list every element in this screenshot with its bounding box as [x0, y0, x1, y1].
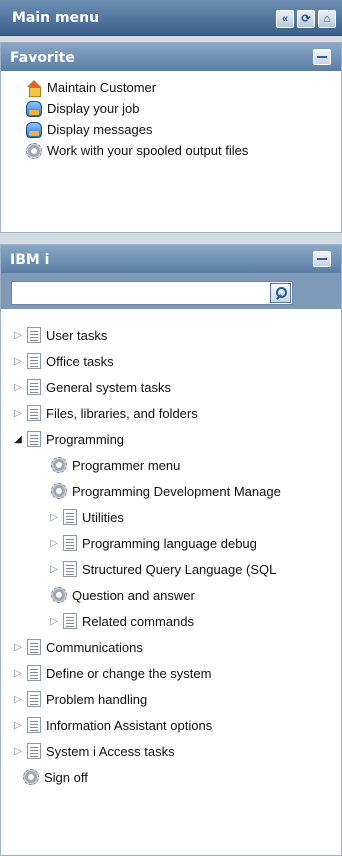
- tree-item-programming-language-debug[interactable]: ▷ Programming language debug: [1, 530, 341, 556]
- tree-item-information-assistant-options[interactable]: ▷ Information Assistant options: [1, 712, 341, 738]
- document-icon: [27, 717, 41, 733]
- ibm-i-collapse-button[interactable]: [313, 251, 331, 267]
- job-icon: [26, 100, 42, 117]
- tree-item-programming[interactable]: ◢ Programming: [1, 426, 341, 452]
- document-icon: [27, 691, 41, 707]
- tree-item-sign-off[interactable]: Sign off: [1, 764, 341, 790]
- tree-item-label: Structured Query Language (SQL: [82, 561, 277, 577]
- document-icon: [63, 535, 77, 551]
- expanded-arrow-icon[interactable]: ◢: [11, 434, 25, 445]
- collapsed-arrow-icon[interactable]: ▷: [11, 720, 25, 731]
- tree-item-programmer-menu[interactable]: Programmer menu: [1, 452, 341, 478]
- refresh-button[interactable]: ⟳: [297, 10, 315, 28]
- collapsed-arrow-icon[interactable]: ▷: [11, 408, 25, 419]
- tree-item-label: Related commands: [82, 613, 194, 629]
- ibm-i-panel: IBM i ▷ User tasks ▷ Office tasks ▷ General s…: [0, 244, 342, 856]
- favorite-panel: Favorite Maintain Customer Display your j…: [0, 42, 342, 233]
- tree-item-problem-handling[interactable]: ▷ Problem handling: [1, 686, 341, 712]
- favorite-header: Favorite: [1, 43, 341, 71]
- search-input[interactable]: [11, 281, 293, 305]
- favorite-title: Favorite: [10, 50, 75, 66]
- gear-icon: [51, 457, 67, 473]
- document-icon: [27, 405, 41, 421]
- collapsed-arrow-icon[interactable]: ▷: [11, 746, 25, 757]
- tree-item-related-commands[interactable]: ▷ Related commands: [1, 608, 341, 634]
- collapse-left-button[interactable]: «: [276, 10, 294, 28]
- favorite-collapse-button[interactable]: [313, 49, 331, 65]
- collapsed-arrow-icon[interactable]: ▷: [47, 512, 61, 523]
- tree-item-label: Programming Development Manage: [72, 483, 281, 499]
- favorite-list: Maintain Customer Display your job Display…: [1, 71, 341, 161]
- search-bar: [1, 273, 341, 309]
- gear-icon: [51, 483, 67, 499]
- document-icon: [63, 613, 77, 629]
- tree-item-label: Programmer menu: [72, 457, 181, 473]
- tree-item-structured-query-language-sql[interactable]: ▷ Structured Query Language (SQL: [1, 556, 341, 582]
- tree-item-label: Information Assistant options: [46, 717, 213, 733]
- collapsed-arrow-icon[interactable]: ▷: [11, 330, 25, 341]
- tree-item-communications[interactable]: ▷ Communications: [1, 634, 341, 660]
- document-icon: [27, 327, 41, 343]
- ibm-i-title: IBM i: [10, 252, 50, 268]
- tree-item-label: Communications: [46, 639, 143, 655]
- tree-item-label: Problem handling: [46, 691, 148, 707]
- messages-icon: [26, 121, 42, 138]
- tree-item-label: General system tasks: [46, 379, 171, 395]
- document-icon: [27, 379, 41, 395]
- gear-icon: [26, 142, 42, 159]
- document-icon: [27, 353, 41, 369]
- document-icon: [27, 639, 41, 655]
- tree-item-label: Programming: [46, 431, 125, 447]
- main-menu-title: Main menu: [12, 10, 100, 26]
- collapsed-arrow-icon[interactable]: ▷: [47, 564, 61, 575]
- tree-item-label: Files, libraries, and folders: [46, 405, 198, 421]
- tree-item-files-libraries-and-folders[interactable]: ▷ Files, libraries, and folders: [1, 400, 341, 426]
- tree-item-system-i-access-tasks[interactable]: ▷ System i Access tasks: [1, 738, 341, 764]
- tree-item-define-or-change-the-system[interactable]: ▷ Define or change the system: [1, 660, 341, 686]
- tree-item-label: System i Access tasks: [46, 743, 175, 759]
- favorite-item-work-with-your-spooled-output-files[interactable]: Work with your spooled output files: [26, 140, 341, 161]
- tree-item-label: Office tasks: [46, 353, 114, 369]
- favorite-item-display-your-job[interactable]: Display your job: [26, 98, 341, 119]
- favorite-item-maintain-customer[interactable]: Maintain Customer: [26, 77, 341, 98]
- tree-item-utilities[interactable]: ▷ Utilities: [1, 504, 341, 530]
- search-icon[interactable]: [270, 283, 291, 303]
- tree-item-label: Programming language debug: [82, 535, 257, 551]
- main-menu-header: Main menu « ⟳ ⌂: [0, 0, 342, 36]
- ibm-i-header: IBM i: [1, 245, 341, 273]
- collapsed-arrow-icon[interactable]: ▷: [47, 538, 61, 549]
- document-icon: [27, 665, 41, 681]
- favorite-item-label: Maintain Customer: [47, 80, 157, 95]
- tree-item-label: User tasks: [46, 327, 108, 343]
- favorite-item-label: Display your job: [47, 101, 140, 116]
- collapsed-arrow-icon[interactable]: ▷: [11, 694, 25, 705]
- document-icon: [27, 431, 41, 447]
- collapsed-arrow-icon[interactable]: ▷: [11, 382, 25, 393]
- tree-item-label: Utilities: [82, 509, 124, 525]
- home-button[interactable]: ⌂: [318, 10, 336, 28]
- tree-item-user-tasks[interactable]: ▷ User tasks: [1, 322, 341, 348]
- tree-item-label: Question and answer: [72, 587, 195, 603]
- tree-item-question-and-answer[interactable]: Question and answer: [1, 582, 341, 608]
- collapsed-arrow-icon[interactable]: ▷: [11, 642, 25, 653]
- tree-item-label: Sign off: [44, 769, 88, 785]
- ibm-i-tree: ▷ User tasks ▷ Office tasks ▷ General system …: [1, 309, 341, 790]
- tree-item-office-tasks[interactable]: ▷ Office tasks: [1, 348, 341, 374]
- favorite-item-display-messages[interactable]: Display messages: [26, 119, 341, 140]
- gear-icon: [51, 587, 67, 603]
- document-icon: [63, 509, 77, 525]
- tree-item-general-system-tasks[interactable]: ▷ General system tasks: [1, 374, 341, 400]
- house-icon: [26, 79, 42, 97]
- document-icon: [27, 743, 41, 759]
- document-icon: [63, 561, 77, 577]
- tree-item-programming-development-manage[interactable]: Programming Development Manage: [1, 478, 341, 504]
- gear-icon: [23, 769, 39, 785]
- collapsed-arrow-icon[interactable]: ▷: [47, 616, 61, 627]
- favorite-item-label: Work with your spooled output files: [47, 143, 249, 158]
- collapsed-arrow-icon[interactable]: ▷: [11, 356, 25, 367]
- collapsed-arrow-icon[interactable]: ▷: [11, 668, 25, 679]
- tree-item-label: Define or change the system: [46, 665, 212, 681]
- favorite-item-label: Display messages: [47, 122, 153, 137]
